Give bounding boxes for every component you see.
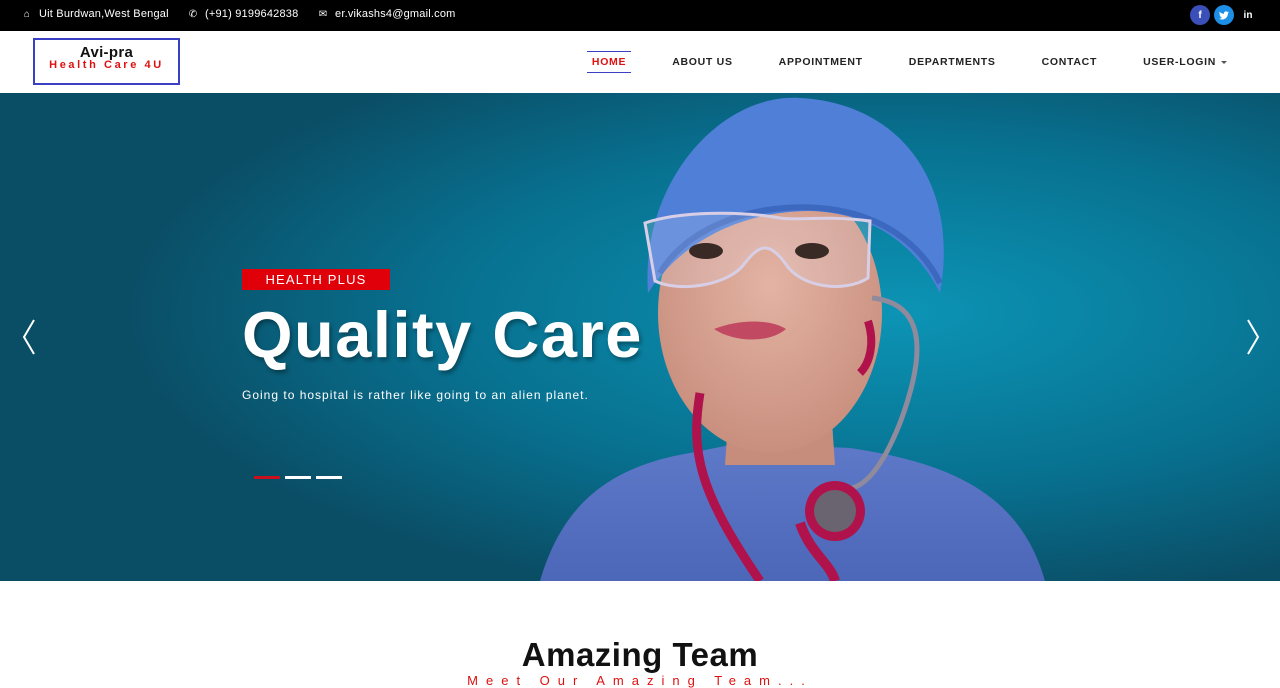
logo-line-1: Avi-pra [79,44,134,61]
next-slide-button[interactable] [1242,317,1262,357]
phone-text: (+91) 9199642838 [205,8,299,20]
linkedin-icon[interactable]: in [1238,5,1258,25]
nav-departments[interactable]: DEPARTMENTS [904,51,1001,73]
site-logo[interactable]: Avi-pra Health Care 4U [33,38,180,85]
twitter-icon[interactable] [1214,5,1234,25]
logo-line-2: Health Care 4U [49,59,164,71]
hero-title: Quality Care [242,298,643,371]
main-nav: HOME ABOUT US APPOINTMENT DEPARTMENTS CO… [551,51,1232,73]
slide-indicator-2[interactable] [285,476,311,479]
chevron-right-icon [1247,319,1260,355]
hero-subtitle: Going to hospital is rather like going t… [242,388,589,402]
hero-slider: HEALTH PLUS Quality Care Going to hospit… [0,93,1280,581]
caret-down-icon [1221,60,1227,64]
address-info: ⌂ Uit Burdwan,West Bengal [22,8,169,20]
email-info[interactable]: ✉ er.vikashs4@gmail.com [318,8,456,20]
nav-user-login-label: USER-LOGIN [1143,56,1216,68]
top-info-bar: ⌂ Uit Burdwan,West Bengal ✆ (+91) 919964… [0,0,1280,31]
phone-icon: ✆ [188,8,198,20]
nav-user-login[interactable]: USER-LOGIN [1138,51,1232,73]
team-section-title: Amazing Team [521,636,759,673]
chevron-left-icon [22,319,35,355]
site-header: Avi-pra Health Care 4U HOME ABOUT US APP… [0,31,1280,93]
envelope-icon: ✉ [318,8,328,20]
facebook-icon[interactable]: f [1190,5,1210,25]
slide-indicators [254,476,342,479]
address-text: Uit Burdwan,West Bengal [39,8,169,20]
phone-info[interactable]: ✆ (+91) 9199642838 [188,8,299,20]
slide-indicator-3[interactable] [316,476,342,479]
home-icon: ⌂ [23,8,31,20]
hero-badge: HEALTH PLUS [242,269,390,290]
email-text: er.vikashs4@gmail.com [335,8,456,20]
team-section-subtitle: Meet Our Amazing Team... [467,673,813,688]
social-links: f in [1190,5,1258,25]
prev-slide-button[interactable] [20,317,40,357]
nav-home[interactable]: HOME [586,51,632,73]
slide-indicator-1[interactable] [254,476,280,479]
nav-contact[interactable]: CONTACT [1037,51,1102,73]
nav-about-us[interactable]: ABOUT US [667,51,737,73]
nav-appointment[interactable]: APPOINTMENT [774,51,868,73]
